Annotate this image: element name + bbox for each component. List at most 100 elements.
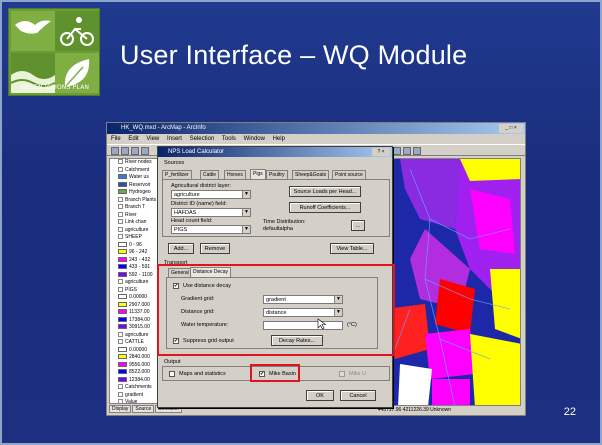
layer-toggle-icon[interactable] — [118, 399, 123, 403]
menu-insert[interactable]: Insert — [167, 136, 182, 142]
tab-horses[interactable]: Horses — [224, 170, 246, 179]
new-icon[interactable] — [111, 147, 119, 155]
mike-u-label: Mike U — [349, 371, 367, 377]
remove-button[interactable]: Remove — [200, 243, 230, 254]
toc-item-label: 243 - 432 — [129, 256, 151, 263]
toc-item-label: SHEEP — [125, 234, 142, 240]
open-icon[interactable] — [121, 147, 129, 155]
ok-button[interactable]: OK — [306, 390, 334, 401]
tab-source[interactable]: Source — [132, 405, 155, 413]
menu-edit[interactable]: Edit — [128, 136, 138, 142]
toc-item-label: PIGS — [125, 286, 137, 293]
menu-window[interactable]: Window — [244, 136, 265, 142]
tab-p-fertilizer[interactable]: P_fertilizer — [162, 170, 192, 179]
print-icon[interactable] — [141, 147, 149, 155]
toc-item-label: Water us — [129, 174, 149, 180]
maps-statistics-checkbox[interactable] — [169, 371, 175, 377]
legend-swatch — [118, 324, 127, 330]
toc-item-label: 9556.000 — [129, 361, 150, 368]
cyclist-icon — [60, 17, 94, 46]
menu-file[interactable]: File — [111, 136, 121, 142]
logo-bird-tile — [11, 11, 55, 51]
source-loads-button[interactable]: Source Loads per Head... — [289, 186, 361, 197]
find-icon[interactable] — [393, 147, 401, 155]
tab-sheep-goats[interactable]: Sheep&Goats — [292, 170, 330, 179]
tab-pigs[interactable]: Pigs — [250, 169, 266, 179]
legend-swatch — [118, 309, 127, 315]
hyperlink-icon[interactable] — [413, 147, 421, 155]
runoff-coefficients-button[interactable]: Runoff Coefficients... — [289, 202, 361, 213]
legend-swatch — [118, 249, 127, 255]
toc-item-label: agriculture — [125, 226, 149, 233]
menu-view[interactable]: View — [146, 136, 159, 142]
toc-item-label: 17384.00 — [129, 316, 150, 323]
arcmap-titlebar[interactable]: HK_WQ.mxd - ArcMap - ArcInfo _ □ × — [107, 123, 525, 134]
add-button[interactable]: Add... — [168, 243, 194, 254]
time-distribution-value: defaultalpha — [263, 226, 293, 232]
toc-item-label: 0 - 96 — [129, 241, 142, 248]
slide: GREEN VISIONS PLAN User Interface – WQ M… — [0, 0, 602, 445]
legend-swatch — [118, 294, 127, 300]
layer-toggle-icon[interactable] — [118, 219, 123, 225]
toc-item-label: 2907.000 — [129, 301, 150, 308]
cancel-button[interactable]: Cancel — [340, 390, 376, 401]
window-controls[interactable]: _ □ × — [499, 124, 523, 133]
layer-toggle-icon[interactable] — [118, 279, 123, 285]
bird-icon — [15, 20, 51, 34]
measure-icon[interactable] — [403, 147, 411, 155]
layer-toggle-icon[interactable] — [118, 196, 123, 202]
tab-poultry[interactable]: Poultry — [266, 170, 288, 179]
view-table-button[interactable]: View Table... — [330, 243, 374, 254]
layer-toggle-icon[interactable] — [118, 331, 123, 337]
agri-layer-select[interactable]: agriculture ▼ — [171, 190, 251, 199]
transport-highlight — [157, 264, 395, 356]
mike-basin-highlight — [250, 364, 300, 382]
tab-cattle[interactable]: Cattle — [200, 170, 220, 179]
toc-item-label: 0.00000 — [129, 346, 148, 353]
nps-load-calculator-dialog[interactable]: NPS Load Calculator ? × Sources P_fertil… — [157, 146, 395, 408]
legend-swatch — [118, 346, 127, 352]
layer-toggle-icon[interactable] — [118, 234, 123, 240]
toc-item-label: agriculture — [125, 279, 149, 285]
mike-u-checkbox[interactable] — [339, 371, 345, 377]
time-distribution-label: Time Distribution: — [263, 219, 306, 225]
layer-toggle-icon[interactable] — [118, 211, 123, 217]
layer-toggle-icon[interactable] — [118, 286, 123, 292]
output-label: Output — [164, 359, 181, 365]
legend-swatch — [118, 316, 127, 322]
sources-tabstrip: P_fertilizer Cattle Horses Pigs Poultry … — [162, 169, 390, 179]
toc-item-label: 96 - 242 — [129, 249, 148, 255]
chevron-down-icon[interactable]: ▼ — [242, 191, 250, 198]
save-icon[interactable] — [131, 147, 139, 155]
toc-item-label: 592 - 1100 — [129, 271, 153, 278]
arcmap-menubar: File Edit View Insert Selection Tools Wi… — [107, 134, 525, 144]
chevron-down-icon[interactable]: ▼ — [242, 226, 250, 233]
layer-toggle-icon[interactable] — [118, 339, 123, 345]
layer-toggle-icon[interactable] — [118, 204, 123, 210]
toc-item-label: Branch Plants — [125, 196, 157, 203]
toc-item-label: Branch T — [125, 204, 146, 210]
sources-label: Sources — [164, 160, 185, 166]
chevron-down-icon[interactable]: ▼ — [242, 209, 250, 216]
menu-tools[interactable]: Tools — [222, 136, 236, 142]
dialog-controls[interactable]: ? × — [372, 148, 390, 156]
logo-cyclist-tile — [55, 11, 99, 51]
layer-toggle-icon[interactable] — [118, 226, 123, 232]
legend-swatch — [118, 264, 127, 270]
layer-toggle-icon[interactable] — [118, 384, 123, 390]
tab-display[interactable]: Display — [109, 405, 132, 413]
layer-toggle-icon[interactable] — [118, 166, 123, 172]
dialog-titlebar[interactable]: NPS Load Calculator ? × — [158, 147, 392, 157]
menu-selection[interactable]: Selection — [190, 136, 215, 142]
legend-swatch — [118, 181, 127, 187]
tab-point-source[interactable]: Point source — [332, 170, 366, 179]
district-field-select[interactable]: HAFDAS ▼ — [171, 208, 251, 217]
head-count-select[interactable]: PIGS ▼ — [171, 225, 251, 234]
layer-toggle-icon[interactable] — [118, 159, 123, 165]
layer-toggle-icon[interactable] — [118, 391, 123, 397]
toc-item-label: 30915.00 — [129, 324, 150, 330]
legend-swatch — [118, 189, 127, 195]
menu-help[interactable]: Help — [273, 136, 285, 142]
time-distribution-browse-button[interactable]: ... — [351, 220, 365, 231]
toc-item-label: Value — [125, 399, 138, 404]
